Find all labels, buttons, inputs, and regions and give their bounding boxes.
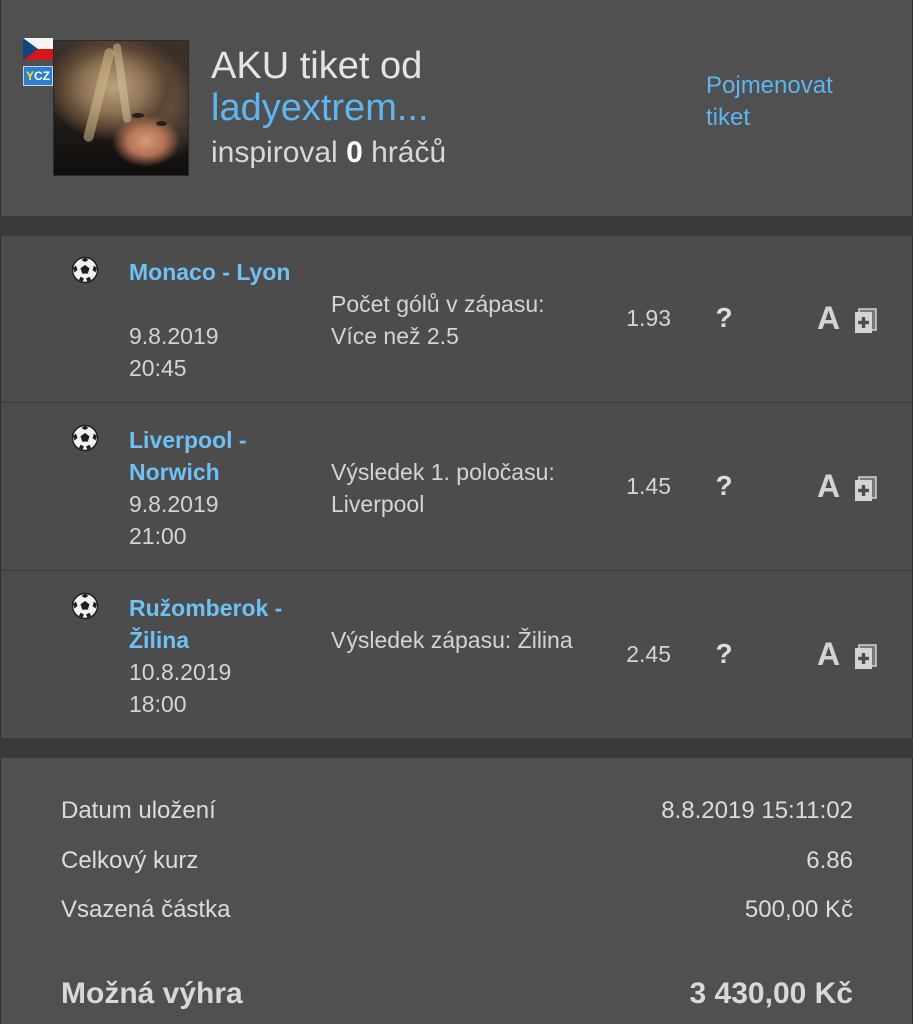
bet-row: Liverpool - Norwich 9.8.2019 21:00 Výsled…	[1, 404, 912, 571]
a-button[interactable]: A	[817, 468, 840, 504]
help-icon[interactable]: ?	[711, 636, 737, 672]
total-odds-label: Celkový kurz	[61, 847, 199, 874]
match-datetime: 9.8.2019 20:45	[129, 323, 219, 381]
a-button[interactable]: A	[817, 300, 840, 336]
username-link[interactable]: ladyextrem...	[211, 86, 429, 130]
possible-win-row: Možná výhra 3 430,00 Kč	[61, 974, 853, 1014]
possible-win-label: Možná výhra	[61, 977, 243, 1010]
soccer-ball-icon	[71, 592, 99, 620]
a-button[interactable]: A	[817, 636, 840, 672]
help-icon[interactable]: ?	[711, 300, 737, 336]
inspired-count: 0	[346, 136, 363, 169]
user-avatar[interactable]	[53, 40, 189, 176]
czech-flag-icon	[23, 38, 53, 60]
bet-description: Výsledek zápasu: Žilina	[331, 627, 573, 653]
ycz-badge-icon: YCZ	[23, 66, 53, 86]
stake-label: Vsazená částka	[61, 896, 231, 923]
stake-row: Vsazená částka 500,00 Kč	[61, 893, 853, 927]
stake-value: 500,00 Kč	[744, 896, 853, 923]
bet-description: Počet gólů v zápasu: Více než 2.5	[331, 291, 545, 349]
total-odds-value: 6.86	[806, 847, 853, 874]
help-icon[interactable]: ?	[711, 468, 737, 504]
saved-date-label: Datum uložení	[61, 797, 216, 824]
match-link[interactable]: Liverpool - Norwich	[129, 424, 329, 488]
ticket-title: AKU tiket od	[211, 45, 423, 87]
possible-win-value: 3 430,00 Kč	[689, 977, 853, 1010]
soccer-ball-icon	[71, 256, 99, 284]
match-datetime: 9.8.2019 21:00	[129, 491, 219, 549]
rename-ticket-link[interactable]: Pojmenovat tiket	[706, 70, 866, 134]
saved-date-value: 8.8.2019 15:11:02	[661, 797, 853, 824]
add-to-ticket-icon[interactable]	[854, 644, 878, 670]
bets-list: Monaco - Lyon 9.8.2019 20:45 Počet gólů v…	[0, 236, 913, 739]
bet-description: Výsledek 1. poločasu: Liverpool	[331, 459, 555, 517]
bet-row: Monaco - Lyon 9.8.2019 20:45 Počet gólů v…	[1, 236, 912, 403]
add-to-ticket-icon[interactable]	[854, 308, 878, 334]
bet-row: Ružomberok - Žilina 10.8.2019 18:00 Výsle…	[1, 572, 912, 739]
ticket-summary: Datum uložení 8.8.2019 15:11:02 Celkový …	[0, 758, 913, 1024]
ticket-header: YCZ AKU tiket od ladyextrem... inspirova…	[0, 0, 913, 216]
bet-odds: 2.45	[626, 641, 671, 667]
soccer-ball-icon	[71, 424, 99, 452]
match-datetime: 10.8.2019 18:00	[129, 659, 232, 717]
bet-odds: 1.93	[626, 305, 671, 331]
match-link[interactable]: Monaco - Lyon	[129, 256, 329, 288]
bet-odds: 1.45	[626, 473, 671, 499]
inspired-count-text: inspiroval 0 hráčů	[211, 136, 447, 169]
total-odds-row: Celkový kurz 6.86	[61, 844, 853, 878]
saved-date-row: Datum uložení 8.8.2019 15:11:02	[61, 794, 853, 828]
match-link[interactable]: Ružomberok - Žilina	[129, 592, 329, 656]
add-to-ticket-icon[interactable]	[854, 476, 878, 502]
